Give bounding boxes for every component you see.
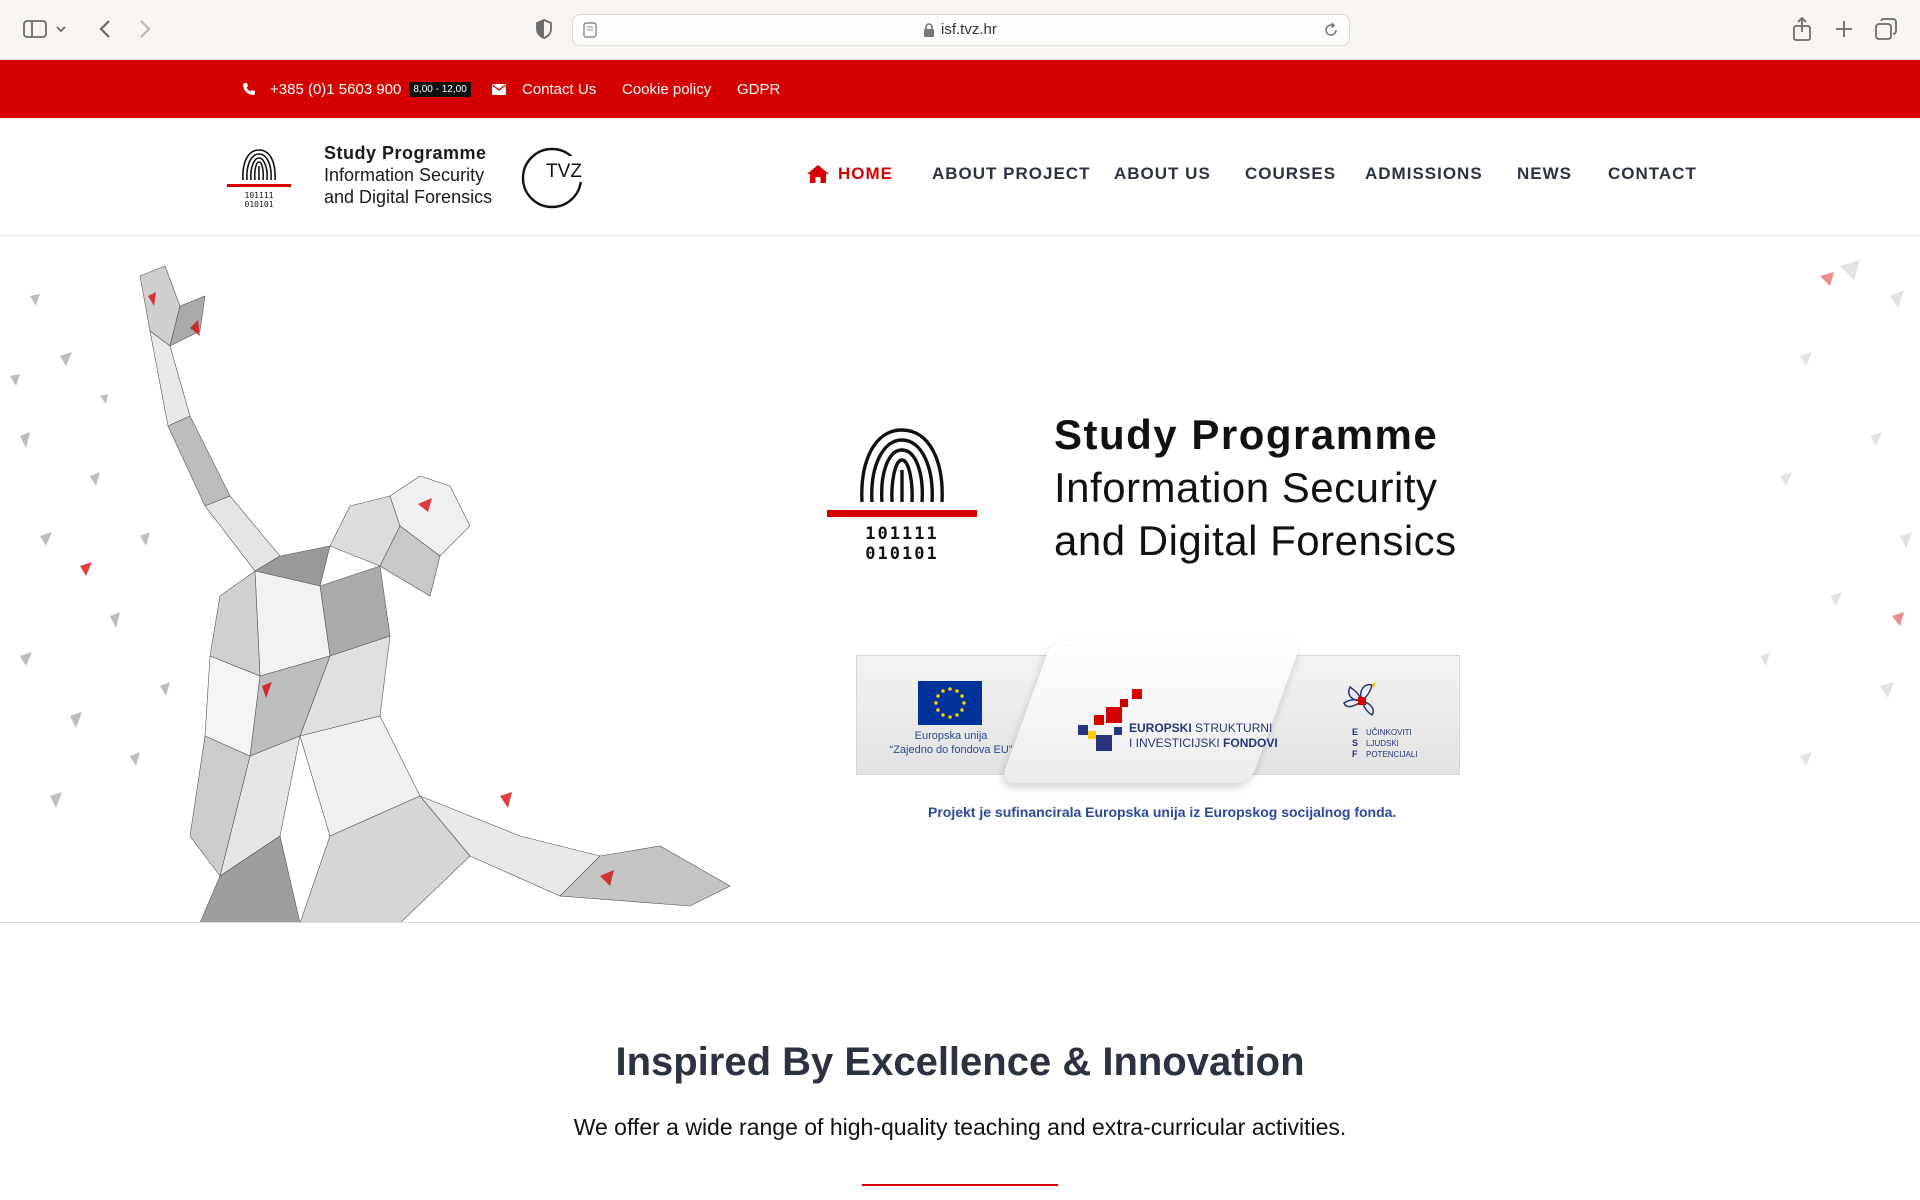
privacy-button[interactable]: [528, 12, 560, 46]
svg-text:010101: 010101: [865, 544, 938, 564]
hero-title-line-1: Study Programme: [1054, 411, 1439, 458]
top-info-bar: +385 (0)1 5603 900 8,00 - 12,00 Contact …: [0, 60, 1920, 118]
fingerprint-icon: 101111 010101: [827, 428, 977, 564]
envelope-icon: [492, 83, 506, 95]
contact-us-link[interactable]: Contact Us: [492, 60, 596, 118]
office-hours-badge: 8,00 - 12,00: [409, 81, 471, 97]
polygon-fragments-decoration: [1760, 260, 1912, 766]
hero-title-line-2: Information Security: [1054, 464, 1438, 511]
intro-subtitle: We offer a wide range of high-quality te…: [573, 1114, 1347, 1140]
sidebar-icon: [23, 20, 66, 38]
svg-text:TVZ: TVZ: [546, 161, 582, 182]
chevron-left-icon: [99, 20, 110, 38]
share-button[interactable]: [1784, 12, 1820, 46]
lock-icon: [924, 23, 934, 37]
browser-toolbar: isf.tvz.hr: [0, 0, 1920, 60]
nav-home[interactable]: HOME: [806, 164, 893, 184]
home-icon: [807, 165, 829, 183]
svg-text:010101: 010101: [245, 200, 274, 209]
phone-number: +385 (0)1 5603 900: [270, 80, 402, 98]
esf-line-3: POTENCIJALI: [1366, 750, 1418, 759]
hero-title-line-3: and Digital Forensics: [1054, 517, 1457, 564]
tab-overview-button[interactable]: [1868, 12, 1904, 46]
back-button[interactable]: [88, 12, 122, 46]
page-icon: [583, 22, 597, 38]
new-tab-button[interactable]: [1826, 12, 1862, 46]
fingerprint-logo-icon[interactable]: 101111 010101: [226, 142, 292, 210]
phone-icon: [243, 83, 255, 95]
eu-funding-banner: Europska unija “Zajedno do fondova EU” E…: [856, 641, 1460, 791]
nav-contact[interactable]: CONTACT: [1608, 164, 1697, 184]
esf-letters: ESF: [1352, 727, 1359, 759]
contact-us-label: Contact Us: [522, 80, 597, 98]
reload-icon[interactable]: [1323, 22, 1339, 38]
tabs-icon: [1875, 18, 1897, 40]
eu-union-line-1: Europska unija: [914, 730, 988, 742]
logo-line-1: Study Programme: [324, 143, 487, 163]
site-logo-text[interactable]: Study Programme Information Security and…: [324, 142, 492, 208]
esif-caption: EUROPSKI STRUKTURNI I INVESTICIJSKI FOND…: [1129, 721, 1278, 751]
logo-line-2: Information Security: [324, 165, 485, 185]
cookie-policy-link[interactable]: Cookie policy: [622, 60, 711, 118]
plus-icon: [1836, 21, 1852, 37]
nav-about-us[interactable]: ABOUT US: [1114, 164, 1211, 184]
intro-divider: [862, 1184, 1058, 1186]
nav-home-label: HOME: [838, 164, 893, 183]
esif-line-2-bold: FONDOVI: [1223, 736, 1278, 750]
eu-cofinancing-caption: Projekt je sufinancirala Europska unija …: [928, 804, 1397, 820]
polygon-figure-illustration: [10, 265, 731, 922]
gdpr-label: GDPR: [737, 80, 781, 98]
esf-line-1: UČINKOVITI: [1366, 728, 1412, 737]
intro-heading: Inspired By Excellence & Innovation: [615, 1040, 1305, 1084]
esf-line-2: LJUDSKI: [1366, 739, 1399, 748]
address-bar[interactable]: isf.tvz.hr: [572, 14, 1350, 46]
url-text: isf.tvz.hr: [941, 21, 997, 38]
nav-about-project[interactable]: ABOUT PROJECT: [932, 164, 1090, 184]
chevron-right-icon: [140, 20, 151, 38]
hero-banner: 101111 010101 Study Programme Informatio…: [0, 236, 1920, 923]
hero-title: Study Programme Information Security and…: [1054, 408, 1457, 567]
share-icon: [1793, 17, 1811, 41]
forward-button[interactable]: [128, 12, 162, 46]
nav-news[interactable]: NEWS: [1517, 164, 1572, 184]
tvz-logo-icon[interactable]: TVZ: [520, 144, 586, 210]
site-header: 101111 010101 Study Programme Informatio…: [0, 118, 1920, 236]
eu-union-line-2: “Zajedno do fondova EU”: [889, 744, 1013, 756]
svg-text:101111: 101111: [865, 524, 938, 544]
esif-line-2-rest: I INVESTICIJSKI: [1129, 736, 1224, 750]
nav-courses[interactable]: COURSES: [1245, 164, 1336, 184]
esf-caption: UČINKOVITI LJUDSKI POTENCIJALI: [1366, 727, 1418, 760]
eu-union-caption: Europska unija “Zajedno do fondova EU”: [866, 729, 1036, 757]
sidebar-toggle-button[interactable]: [18, 12, 72, 46]
svg-text:101111: 101111: [245, 191, 274, 200]
esif-line-1-bold: EUROPSKI: [1129, 721, 1192, 735]
shield-icon: [536, 19, 552, 39]
nav-admissions[interactable]: ADMISSIONS: [1365, 164, 1483, 184]
cookie-policy-label: Cookie policy: [622, 80, 712, 98]
logo-line-3: and Digital Forensics: [324, 187, 493, 207]
gdpr-link[interactable]: GDPR: [737, 60, 780, 118]
phone-info[interactable]: +385 (0)1 5603 900 8,00 - 12,00: [242, 60, 471, 118]
eu-flag-icon: [918, 681, 982, 725]
esif-line-1-rest: STRUKTURNI: [1191, 721, 1273, 735]
